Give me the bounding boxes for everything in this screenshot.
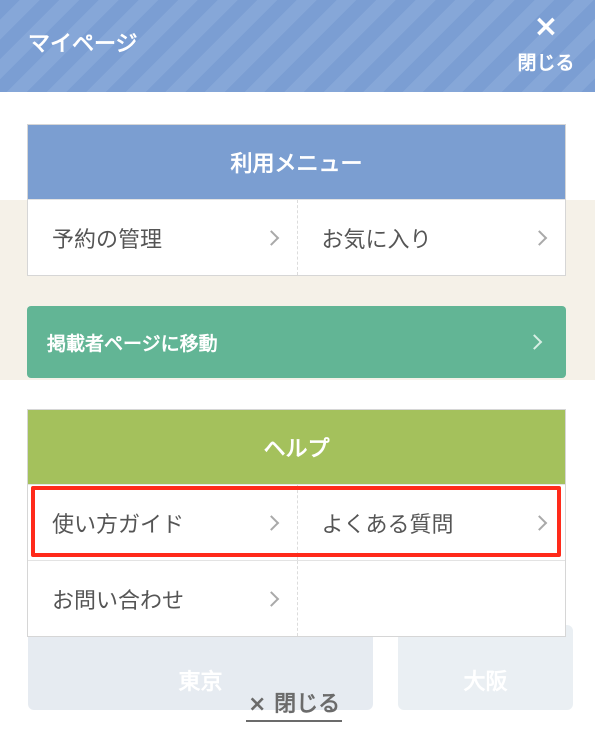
use-menu-row: 予約の管理 お気に入り — [28, 199, 565, 275]
page-title: マイページ — [28, 32, 138, 57]
background-card-osaka: 大阪 — [398, 625, 573, 710]
chevron-right-icon — [531, 229, 548, 246]
bottom-close-button[interactable]: × 閉じる — [246, 686, 343, 722]
menu-item-faq[interactable]: よくある質問 — [296, 485, 565, 560]
publisher-page-button[interactable]: 掲載者ページに移動 — [27, 306, 566, 378]
menu-item-contact[interactable]: お問い合わせ — [28, 561, 297, 636]
menu-item-label: よくある質問 — [321, 512, 454, 538]
menu-item-label: お問い合わせ — [52, 588, 185, 614]
help-menu-panel: ヘルプ 使い方ガイド よくある質問 お問い合わせ — [27, 409, 566, 637]
publisher-page-label: 掲載者ページに移動 — [47, 332, 218, 355]
menu-item-reservations[interactable]: 予約の管理 — [28, 200, 297, 275]
menu-item-label: 使い方ガイド — [52, 512, 185, 538]
chevron-right-icon — [263, 229, 279, 246]
chevron-right-icon — [263, 514, 279, 531]
use-menu-panel: 利用メニュー 予約の管理 お気に入り — [27, 124, 566, 276]
mypage-header: マイページ × 閉じる — [0, 0, 595, 92]
menu-item-label: お気に入り — [321, 227, 432, 253]
background-card-label: 東京 — [178, 670, 223, 695]
help-menu-row: お問い合わせ — [28, 560, 565, 636]
help-menu-title: ヘルプ — [28, 410, 565, 484]
empty-cell — [296, 561, 565, 636]
chevron-right-icon — [263, 590, 279, 607]
background-card-label: 大阪 — [463, 670, 508, 695]
use-menu-title: 利用メニュー — [28, 125, 565, 199]
chevron-right-icon — [531, 514, 548, 531]
close-icon: × — [533, 9, 559, 44]
menu-item-favorites[interactable]: お気に入り — [296, 200, 565, 275]
chevron-right-icon — [526, 334, 543, 350]
menu-item-label: 予約の管理 — [52, 227, 163, 253]
header-close-button[interactable]: × 閉じる — [511, 10, 581, 80]
help-menu-row: 使い方ガイド よくある質問 — [28, 484, 565, 560]
close-label: 閉じる — [517, 52, 575, 74]
menu-item-guide[interactable]: 使い方ガイド — [28, 485, 297, 560]
